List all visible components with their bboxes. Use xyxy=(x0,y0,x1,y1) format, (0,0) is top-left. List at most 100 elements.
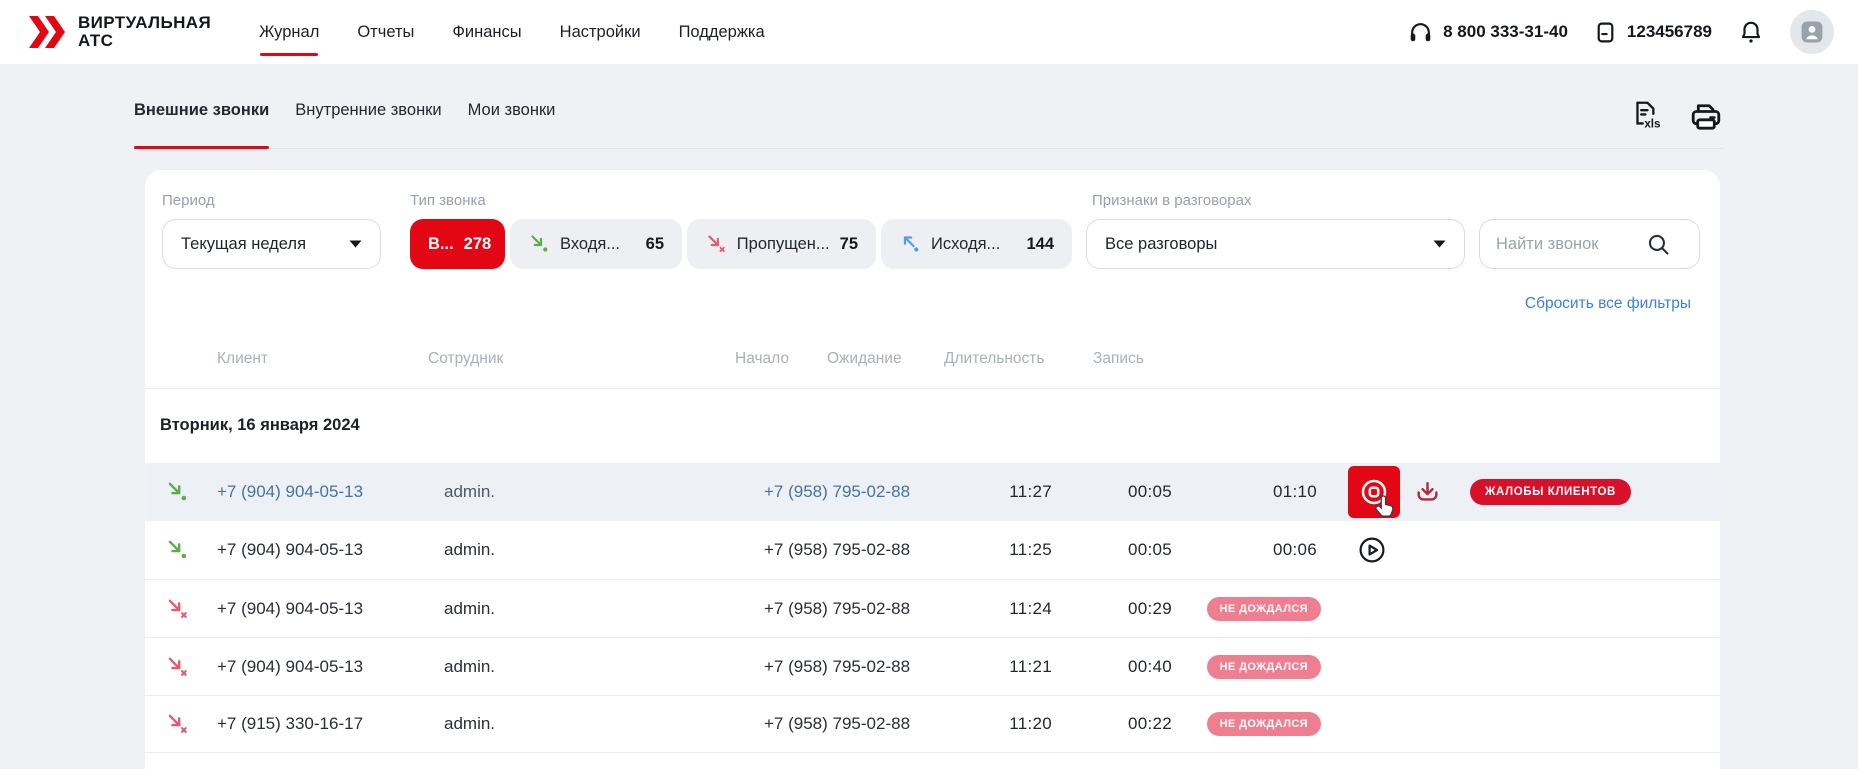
tab-internal-calls[interactable]: Внутренние звонки xyxy=(295,101,441,148)
wait-time: 00:22 xyxy=(1060,714,1180,734)
search-icon[interactable] xyxy=(1646,232,1671,257)
header-right: 8 800 333-31-40 123456789 xyxy=(1408,10,1858,54)
top-header: ВИРТУАЛЬНАЯ АТС Журнал Отчеты Финансы На… xyxy=(0,0,1858,64)
missed-status-badge: НЕ ДОЖДАЛСЯ xyxy=(1207,597,1321,621)
client-phone[interactable]: +7 (904) 904-05-13 xyxy=(205,657,435,677)
callee-phone[interactable]: +7 (958) 795-02-88 xyxy=(764,657,945,677)
call-row[interactable]: +7 (904) 904-05-13 admin. +7 (958) 795-0… xyxy=(145,463,1720,521)
search-call-input[interactable] xyxy=(1496,235,1646,254)
complaint-badge: ЖАЛОБЫ КЛИЕНТОВ xyxy=(1470,479,1631,505)
nav-item-settings[interactable]: Настройки xyxy=(560,0,641,64)
table-header-divider xyxy=(145,388,1720,389)
incoming-arrow-icon xyxy=(528,233,550,255)
account-number[interactable]: 123456789 xyxy=(1594,21,1712,44)
column-employee: Сотрудник xyxy=(428,350,503,368)
journal-tabs: Внешние звонки Внутренние звонки Мои зво… xyxy=(134,101,555,148)
stop-record-button[interactable] xyxy=(1348,466,1400,518)
headset-icon xyxy=(1408,20,1433,45)
period-select[interactable]: Текущая неделя xyxy=(162,219,381,269)
nav-item-journal[interactable]: Журнал xyxy=(259,0,319,64)
xls-export-icon: xls xyxy=(1629,100,1665,132)
call-type-label: Тип звонка xyxy=(410,192,486,209)
play-icon xyxy=(1358,536,1386,564)
missed-status-badge: НЕ ДОЖДАЛСЯ xyxy=(1207,712,1321,736)
tags-select[interactable]: Все разговоры xyxy=(1086,219,1465,269)
call-type-filter: В... 278 Входя... 65 Пропущен... xyxy=(410,219,1072,269)
avatar-icon xyxy=(1801,21,1823,43)
journal-actions: xls xyxy=(1629,100,1723,148)
bell-icon xyxy=(1738,19,1764,45)
outgoing-arrow-icon xyxy=(899,233,921,255)
callee-phone[interactable]: +7 (958) 795-02-88 xyxy=(764,540,945,560)
search-call-box xyxy=(1479,219,1700,269)
period-label: Период xyxy=(162,192,215,209)
print-button[interactable] xyxy=(1689,100,1723,132)
call-type-missed-button[interactable]: Пропущен... 75 xyxy=(687,219,876,269)
column-client: Клиент xyxy=(217,350,268,368)
incoming-call-icon xyxy=(165,480,189,504)
nav-item-finance[interactable]: Финансы xyxy=(452,0,521,64)
employee: admin. xyxy=(435,657,764,677)
tab-external-calls[interactable]: Внешние звонки xyxy=(134,101,269,148)
start-time: 11:27 xyxy=(945,482,1060,502)
client-phone[interactable]: +7 (904) 904-05-13 xyxy=(205,482,435,502)
wait-time: 00:40 xyxy=(1060,657,1180,677)
call-rows: +7 (904) 904-05-13 admin. +7 (958) 795-0… xyxy=(145,463,1720,753)
call-type-incoming-button[interactable]: Входя... 65 xyxy=(510,219,682,269)
call-type-all-button[interactable]: В... 278 xyxy=(410,219,505,269)
wait-time: 00:05 xyxy=(1060,540,1180,560)
reset-filters-row: Сбросить все фильтры xyxy=(1525,295,1691,313)
call-row[interactable]: +7 (904) 904-05-13 admin. +7 (958) 795-0… xyxy=(145,521,1720,579)
virtual-ats-app: ВИРТУАЛЬНАЯ АТС Журнал Отчеты Финансы На… xyxy=(0,0,1858,769)
tab-my-calls[interactable]: Мои звонки xyxy=(468,101,556,148)
tags-value: Все разговоры xyxy=(1105,235,1217,254)
column-start: Начало xyxy=(735,350,789,368)
call-row[interactable]: +7 (904) 904-05-13 admin. +7 (958) 795-0… xyxy=(145,637,1720,695)
call-row[interactable]: +7 (915) 330-16-17 admin. +7 (958) 795-0… xyxy=(145,695,1720,753)
period-value: Текущая неделя xyxy=(181,235,306,254)
export-xls-button[interactable]: xls xyxy=(1629,100,1665,132)
support-phone[interactable]: 8 800 333-31-40 xyxy=(1408,20,1568,45)
nav-item-reports[interactable]: Отчеты xyxy=(357,0,414,64)
svg-text:xls: xls xyxy=(1644,118,1660,131)
duration: 00:06 xyxy=(1180,540,1325,560)
print-icon xyxy=(1689,100,1723,132)
missed-call-icon xyxy=(165,712,189,736)
chevron-down-icon xyxy=(349,240,362,248)
callee-phone[interactable]: +7 (958) 795-02-88 xyxy=(764,599,945,619)
journal-tabs-row: Внешние звонки Внутренние звонки Мои зво… xyxy=(134,64,1723,149)
chevron-down-icon xyxy=(1433,240,1446,248)
account-number-value: 123456789 xyxy=(1627,22,1712,42)
callee-phone[interactable]: +7 (958) 795-02-88 xyxy=(764,482,945,502)
reset-filters-link[interactable]: Сбросить все фильтры xyxy=(1525,295,1691,312)
call-type-outgoing-button[interactable]: Исходя... 144 xyxy=(881,219,1072,269)
brand-logo-icon xyxy=(26,14,66,50)
receipt-icon xyxy=(1594,21,1617,44)
employee: admin. xyxy=(435,714,764,734)
client-phone[interactable]: +7 (915) 330-16-17 xyxy=(205,714,435,734)
client-phone[interactable]: +7 (904) 904-05-13 xyxy=(205,540,435,560)
callee-phone[interactable]: +7 (958) 795-02-88 xyxy=(764,714,945,734)
brand-name: ВИРТУАЛЬНАЯ АТС xyxy=(78,14,211,50)
notifications-button[interactable] xyxy=(1738,19,1764,45)
missed-arrow-icon xyxy=(705,233,727,255)
column-wait: Ожидание xyxy=(827,350,902,368)
start-time: 11:21 xyxy=(945,657,1060,677)
profile-avatar[interactable] xyxy=(1790,10,1834,54)
client-phone[interactable]: +7 (904) 904-05-13 xyxy=(205,599,435,619)
start-time: 11:24 xyxy=(945,599,1060,619)
nav-item-support[interactable]: Поддержка xyxy=(679,0,765,64)
tags-label: Признаки в разговорах xyxy=(1092,192,1251,209)
missed-status-badge: НЕ ДОЖДАЛСЯ xyxy=(1207,655,1321,679)
missed-call-icon xyxy=(165,655,189,679)
call-row[interactable]: +7 (904) 904-05-13 admin. +7 (958) 795-0… xyxy=(145,579,1720,637)
date-group-header: Вторник, 16 января 2024 xyxy=(160,416,360,435)
support-phone-number: 8 800 333-31-40 xyxy=(1443,22,1568,42)
main-navigation: Журнал Отчеты Финансы Настройки Поддержк… xyxy=(259,0,765,64)
play-record-button[interactable] xyxy=(1358,536,1386,564)
incoming-call-icon xyxy=(165,538,189,562)
download-record-button[interactable] xyxy=(1414,479,1441,506)
download-icon xyxy=(1414,479,1441,506)
column-duration: Длительность xyxy=(944,350,1044,368)
brand-logo[interactable]: ВИРТУАЛЬНАЯ АТС xyxy=(26,14,211,50)
